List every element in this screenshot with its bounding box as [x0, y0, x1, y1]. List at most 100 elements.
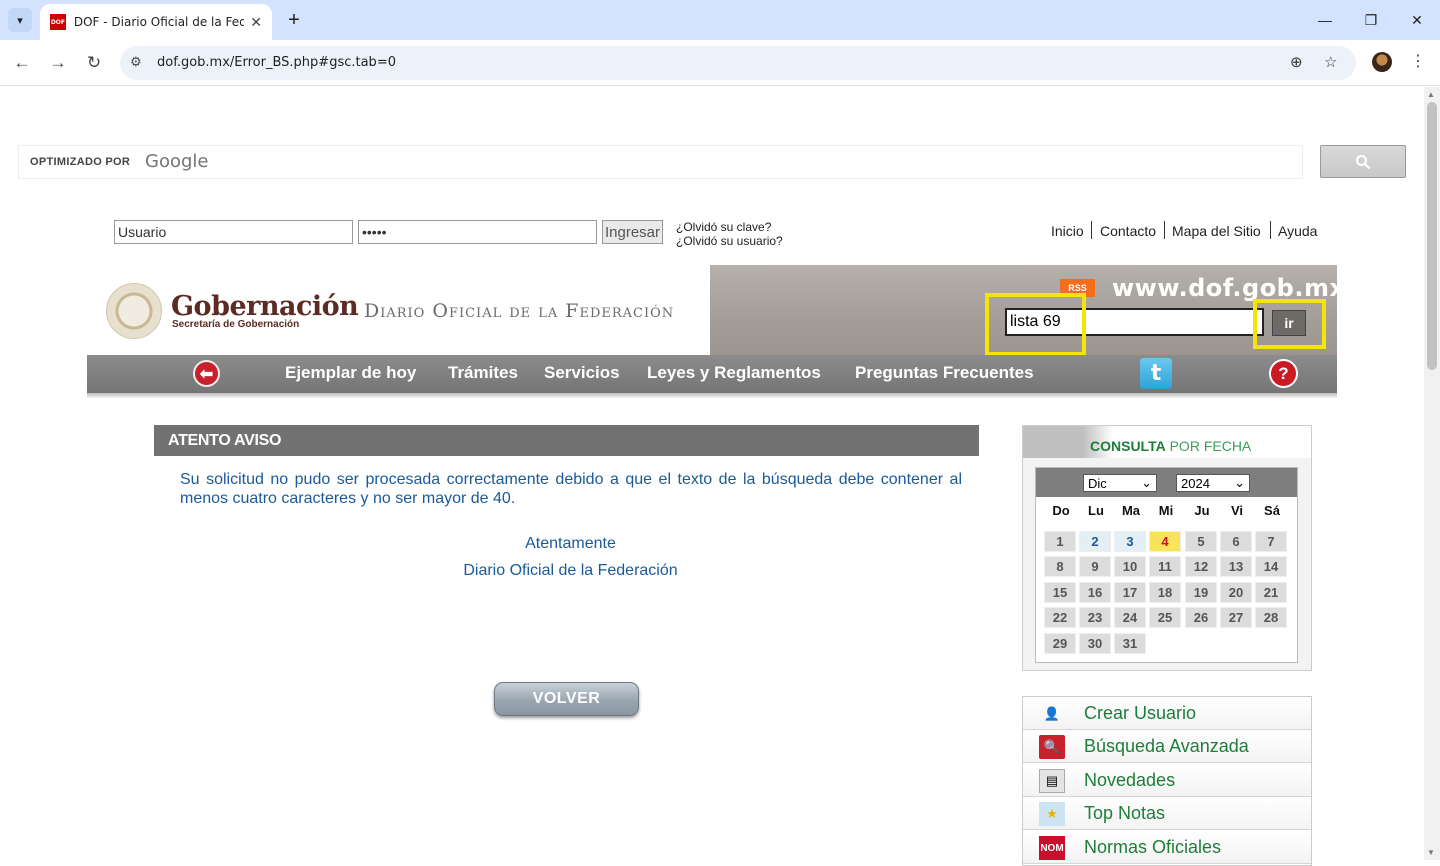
tab-search-button[interactable]: ▾: [8, 8, 32, 32]
side-link-label: Búsqueda Avanzada: [1084, 736, 1249, 756]
calendar-day[interactable]: 3: [1114, 531, 1146, 552]
dof-title[interactable]: Diario Oficial de la Federación: [364, 300, 674, 322]
minimize-button[interactable]: —: [1302, 6, 1348, 34]
browser-tab[interactable]: DOF DOF - Diario Oficial de la Federació…: [40, 4, 272, 40]
tab-close-icon[interactable]: ✕: [250, 14, 262, 31]
login-button[interactable]: Ingresar: [602, 220, 663, 244]
calendar-day[interactable]: 25: [1149, 607, 1181, 628]
calendar-day[interactable]: 29: [1044, 633, 1076, 654]
username-field[interactable]: [114, 220, 353, 244]
calendar-day[interactable]: 10: [1114, 556, 1146, 577]
calendar-day[interactable]: 9: [1079, 556, 1111, 577]
nav-preguntas-frecuentes[interactable]: Preguntas Frecuentes: [855, 363, 1034, 383]
scrollbar-thumb[interactable]: [1427, 102, 1437, 370]
link-mapa-sitio[interactable]: Mapa del Sitio: [1172, 223, 1261, 239]
side-link-label: Normas Oficiales: [1084, 837, 1222, 857]
help-icon[interactable]: ?: [1269, 359, 1298, 388]
notice-message: Su solicitud no pudo ser procesada corre…: [180, 471, 962, 507]
address-bar[interactable]: ⚙ dof.gob.mx/Error_BS.php#gsc.tab=0 ⊕ ☆: [120, 46, 1356, 80]
forgot-user-link[interactable]: ¿Olvidó su usuario?: [676, 234, 783, 248]
calendar-day[interactable]: 4: [1149, 531, 1181, 552]
nav-leyes-reglamentos[interactable]: Leyes y Reglamentos: [647, 363, 821, 383]
gobernacion-logo-title[interactable]: Gobernación: [171, 291, 359, 322]
divider: [1164, 221, 1165, 239]
calendar-day[interactable]: 26: [1185, 607, 1217, 628]
browser-toolbar: ← → ↻ ⚙ dof.gob.mx/Error_BS.php#gsc.tab=…: [0, 40, 1440, 86]
weekday-header: Ma: [1121, 503, 1141, 518]
chevron-down-icon: ⌄: [1141, 475, 1152, 490]
side-link-item[interactable]: NOM Normas Oficiales: [1023, 831, 1311, 864]
zoom-icon[interactable]: ⊕: [1290, 53, 1303, 71]
google-search-button[interactable]: [1320, 145, 1406, 178]
weekday-header: Mi: [1158, 503, 1174, 518]
calendar-day[interactable]: 15: [1044, 582, 1076, 603]
calendar-day[interactable]: 7: [1255, 531, 1287, 552]
password-field[interactable]: [358, 220, 597, 244]
link-ayuda[interactable]: Ayuda: [1278, 223, 1317, 239]
calendar-day[interactable]: 28: [1255, 607, 1287, 628]
highlight-box-ir: [1253, 299, 1326, 349]
side-link-item[interactable]: ★ Top Notas: [1023, 797, 1311, 830]
side-link-item[interactable]: 👤 Crear Usuario: [1023, 697, 1311, 730]
scroll-down-arrow-icon[interactable]: ▼: [1427, 848, 1435, 857]
calendar-day[interactable]: 2: [1079, 531, 1111, 552]
link-contacto[interactable]: Contacto: [1100, 223, 1156, 239]
calendar-day[interactable]: 1: [1044, 531, 1076, 552]
url-text[interactable]: dof.gob.mx/Error_BS.php#gsc.tab=0: [157, 55, 396, 70]
calendar-day[interactable]: 22: [1044, 607, 1076, 628]
side-link-item[interactable]: 🔍 Búsqueda Avanzada: [1023, 730, 1311, 763]
back-arrow-icon[interactable]: ⬅: [193, 360, 220, 387]
dof-favicon-icon: DOF: [50, 14, 66, 30]
calendar-day[interactable]: 17: [1114, 582, 1146, 603]
side-link-item[interactable]: ▤ Novedades: [1023, 764, 1311, 797]
calendar-day[interactable]: 13: [1220, 556, 1252, 577]
notice-title: ATENTO AVISO: [154, 425, 979, 456]
site-info-icon[interactable]: ⚙: [130, 54, 142, 70]
link-inicio[interactable]: Inicio: [1051, 223, 1084, 239]
calendar-day[interactable]: 6: [1220, 531, 1252, 552]
calendar-day[interactable]: 21: [1255, 582, 1287, 603]
scroll-up-arrow-icon[interactable]: ▲: [1427, 90, 1435, 99]
mexico-seal-logo[interactable]: [106, 283, 162, 339]
nav-ejemplar-de-hoy[interactable]: Ejemplar de hoy: [285, 363, 416, 383]
browser-tabbar: ▾ DOF DOF - Diario Oficial de la Federac…: [0, 0, 1440, 40]
maximize-button[interactable]: ❐: [1348, 6, 1394, 34]
calendar-day[interactable]: 8: [1044, 556, 1076, 577]
calendar-day[interactable]: 20: [1220, 582, 1252, 603]
calendar-day[interactable]: 31: [1114, 633, 1146, 654]
calendar-day[interactable]: 5: [1185, 531, 1217, 552]
tab-title: DOF - Diario Oficial de la Federación: [73, 15, 245, 29]
calendar-day[interactable]: 12: [1185, 556, 1217, 577]
nav-servicios[interactable]: Servicios: [544, 363, 620, 383]
calendar-day[interactable]: 16: [1079, 582, 1111, 603]
forward-arrow-icon[interactable]: →: [45, 50, 71, 76]
forgot-password-link[interactable]: ¿Olvidó su clave?: [676, 220, 771, 234]
close-window-button[interactable]: ✕: [1394, 6, 1440, 34]
calendar-day[interactable]: 18: [1149, 582, 1181, 603]
year-select[interactable]: 2024 ⌄: [1176, 474, 1250, 492]
nav-tramites[interactable]: Trámites: [448, 363, 518, 383]
highlight-box-search: [985, 293, 1086, 356]
news-icon: ▤: [1039, 769, 1065, 793]
back-arrow-icon[interactable]: ←: [9, 50, 35, 76]
month-select[interactable]: Dic ⌄: [1083, 474, 1157, 492]
calendar-day[interactable]: 30: [1079, 633, 1111, 654]
new-tab-button[interactable]: +: [282, 8, 306, 32]
search-icon: [1356, 154, 1371, 169]
calendar-day[interactable]: 23: [1079, 607, 1111, 628]
google-search-input[interactable]: OPTIMIZADO POR Google: [18, 145, 1303, 179]
profile-avatar[interactable]: [1372, 52, 1392, 72]
calendar-day[interactable]: 19: [1185, 582, 1217, 603]
browser-menu-icon[interactable]: ⋮: [1410, 51, 1426, 71]
calendar-day[interactable]: 14: [1255, 556, 1287, 577]
nom-icon: NOM: [1039, 836, 1065, 860]
volver-button[interactable]: VOLVER: [494, 682, 639, 716]
twitter-icon[interactable]: t: [1140, 358, 1172, 389]
calendar-day[interactable]: 27: [1220, 607, 1252, 628]
weekday-header: Do: [1052, 503, 1070, 518]
calendar-day[interactable]: 11: [1149, 556, 1181, 577]
add-user-icon: 👤: [1043, 706, 1061, 721]
reload-icon[interactable]: ↻: [81, 50, 107, 76]
calendar-day[interactable]: 24: [1114, 607, 1146, 628]
bookmark-star-icon[interactable]: ☆: [1324, 53, 1337, 71]
